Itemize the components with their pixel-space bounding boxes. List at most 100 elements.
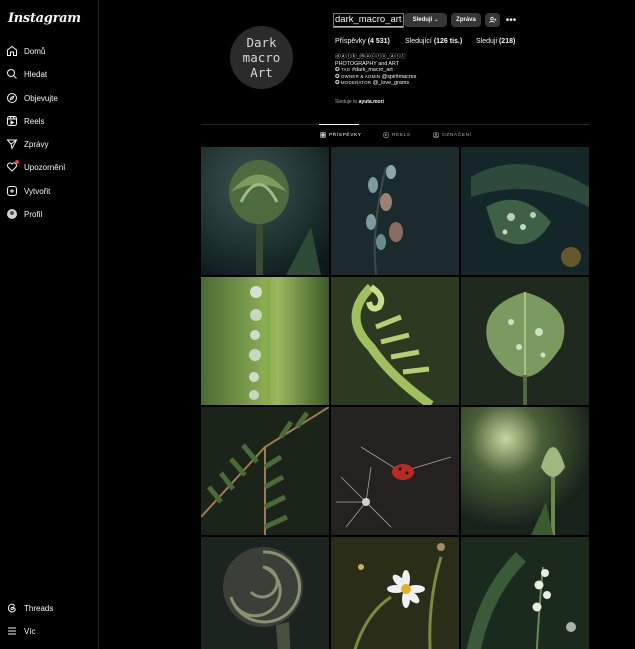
nav-home[interactable]: Domů bbox=[6, 42, 45, 60]
post-image bbox=[201, 147, 329, 275]
post-image bbox=[331, 147, 459, 275]
tab-posts[interactable]: PŘÍSPĚVKY bbox=[320, 132, 362, 138]
post-image bbox=[461, 537, 589, 649]
bio-line-3: ✪ OWNER & ADMIN @spiritmacres bbox=[335, 74, 416, 81]
more-icon: ••• bbox=[505, 14, 517, 26]
nav-messages[interactable]: Zprávy bbox=[6, 135, 48, 153]
add-user-button[interactable] bbox=[485, 13, 500, 27]
nav-label: Threads bbox=[24, 603, 54, 613]
followed-by-prefix: Sleduje to bbox=[335, 99, 358, 105]
reels-icon bbox=[383, 132, 389, 138]
post-tile[interactable] bbox=[331, 537, 459, 649]
tab-posts-label: PŘÍSPĚVKY bbox=[329, 132, 362, 138]
post-image bbox=[461, 147, 589, 275]
message-button-label: Zpráva bbox=[456, 17, 476, 23]
nav-threads[interactable]: Threads bbox=[6, 599, 53, 617]
search-icon bbox=[6, 68, 18, 80]
followers-value: (126 tis.) bbox=[433, 38, 463, 45]
profile-avatar[interactable]: Dark macro Art bbox=[230, 26, 293, 89]
nav-label: Víc bbox=[24, 626, 36, 636]
profile-bio: ⓓⓐⓡⓚ_ⓜⓐⓒⓡⓞ_ⓐⓡⓣ PHOTOGRAPHY and ART ✪ TAG… bbox=[335, 54, 416, 87]
nav-label: Profil bbox=[24, 209, 43, 219]
tab-reels-label: REELS bbox=[392, 132, 411, 138]
nav-notifications[interactable]: Upozornění bbox=[6, 158, 65, 176]
bio-mention-link[interactable]: @spiritmacres bbox=[382, 74, 417, 80]
nav-label: Reels bbox=[24, 116, 45, 126]
profile-icon bbox=[6, 208, 18, 220]
profile-username: dark_macro_art bbox=[333, 13, 404, 28]
home-icon bbox=[6, 45, 18, 57]
posts-count: Příspěvky (4 531) bbox=[335, 38, 390, 45]
post-image bbox=[331, 277, 459, 405]
tab-tagged-label: OZNAČENÍ bbox=[442, 132, 472, 138]
active-tab-indicator bbox=[319, 124, 359, 125]
add-user-icon bbox=[488, 16, 497, 24]
post-tile[interactable] bbox=[461, 407, 589, 535]
reels-icon bbox=[6, 115, 18, 127]
post-tile[interactable] bbox=[331, 407, 459, 535]
bullet-icon: ✪ bbox=[335, 67, 340, 74]
tab-reels[interactable]: REELS bbox=[383, 132, 411, 138]
nav-label: Zprávy bbox=[24, 139, 49, 149]
bio-line-1: PHOTOGRAPHY and ART bbox=[335, 60, 400, 67]
followers-count[interactable]: Sledující (126 tis.) bbox=[405, 38, 462, 45]
bio-mention-link[interactable]: @_love_grams bbox=[373, 80, 409, 86]
post-image bbox=[331, 407, 459, 535]
following-label: Sleduji bbox=[476, 38, 498, 45]
bio-label: OWNER & ADMIN bbox=[341, 73, 381, 79]
following-button[interactable]: Sleduji ⌄ bbox=[404, 13, 447, 27]
followers-label: Sledující bbox=[405, 38, 432, 45]
bullet-icon: ✪ bbox=[335, 73, 340, 80]
avatar-text: Dark macro Art bbox=[242, 35, 281, 80]
posts-label: Příspěvky bbox=[335, 38, 366, 45]
post-tile[interactable] bbox=[331, 277, 459, 405]
nav-create[interactable]: Vytvořit bbox=[6, 182, 50, 200]
following-button-label: Sleduji bbox=[412, 17, 433, 23]
post-tile[interactable] bbox=[201, 537, 329, 649]
compass-icon bbox=[6, 92, 18, 104]
following-count[interactable]: Sleduji (218) bbox=[476, 38, 515, 45]
bio-label: TAG bbox=[341, 67, 351, 73]
bio-line-2: ✪ TAG #dark_macro_art bbox=[335, 67, 416, 74]
tab-tagged[interactable]: OZNAČENÍ bbox=[433, 132, 472, 138]
followed-by-user: ayuta.mori bbox=[358, 99, 384, 105]
nav-label: Vytvořit bbox=[24, 186, 51, 196]
heart-icon bbox=[6, 160, 19, 173]
post-image bbox=[201, 407, 329, 535]
bio-hashtag-link[interactable]: #dark_macro_art bbox=[352, 67, 393, 73]
post-image bbox=[331, 537, 459, 649]
followed-by[interactable]: Sleduje to ayuta.mori bbox=[335, 99, 384, 105]
instagram-logo[interactable]: Instagram bbox=[8, 11, 81, 26]
tagged-icon bbox=[433, 132, 439, 138]
nav-label: Hledat bbox=[24, 69, 48, 79]
bio-line-4: ✪ MODERATOR @_love_grams bbox=[335, 80, 416, 87]
post-tile[interactable] bbox=[331, 147, 459, 275]
nav-label: Domů bbox=[24, 46, 46, 56]
post-tile[interactable] bbox=[201, 277, 329, 405]
post-tile[interactable] bbox=[201, 407, 329, 535]
bio-label: MODERATOR bbox=[341, 80, 372, 86]
post-tile[interactable] bbox=[461, 537, 589, 649]
nav-explore[interactable]: Objevujte bbox=[6, 89, 58, 107]
post-image bbox=[201, 277, 329, 405]
nav-more[interactable]: Víc bbox=[6, 622, 36, 640]
post-image bbox=[201, 537, 329, 649]
message-button[interactable]: Zpráva bbox=[451, 13, 481, 27]
nav-reels[interactable]: Reels bbox=[6, 112, 44, 130]
post-tile[interactable] bbox=[461, 277, 589, 405]
messages-icon bbox=[6, 138, 18, 150]
post-tile[interactable] bbox=[201, 147, 329, 275]
nav-label: Objevujte bbox=[24, 93, 58, 103]
posts-value: (4 531) bbox=[367, 38, 390, 45]
more-options-button[interactable]: ••• bbox=[505, 13, 517, 27]
nav-profile[interactable]: Profil bbox=[6, 205, 42, 223]
threads-icon bbox=[6, 602, 18, 614]
bio-name: ⓓⓐⓡⓚ_ⓜⓐⓒⓡⓞ_ⓐⓡⓣ bbox=[335, 54, 406, 60]
nav-search[interactable]: Hledat bbox=[6, 65, 47, 83]
grid-icon bbox=[320, 132, 326, 138]
following-value: (218) bbox=[498, 38, 516, 45]
menu-icon bbox=[6, 625, 18, 637]
chevron-down-icon: ⌄ bbox=[434, 17, 439, 23]
post-tile[interactable] bbox=[461, 147, 589, 275]
post-image bbox=[461, 277, 589, 405]
